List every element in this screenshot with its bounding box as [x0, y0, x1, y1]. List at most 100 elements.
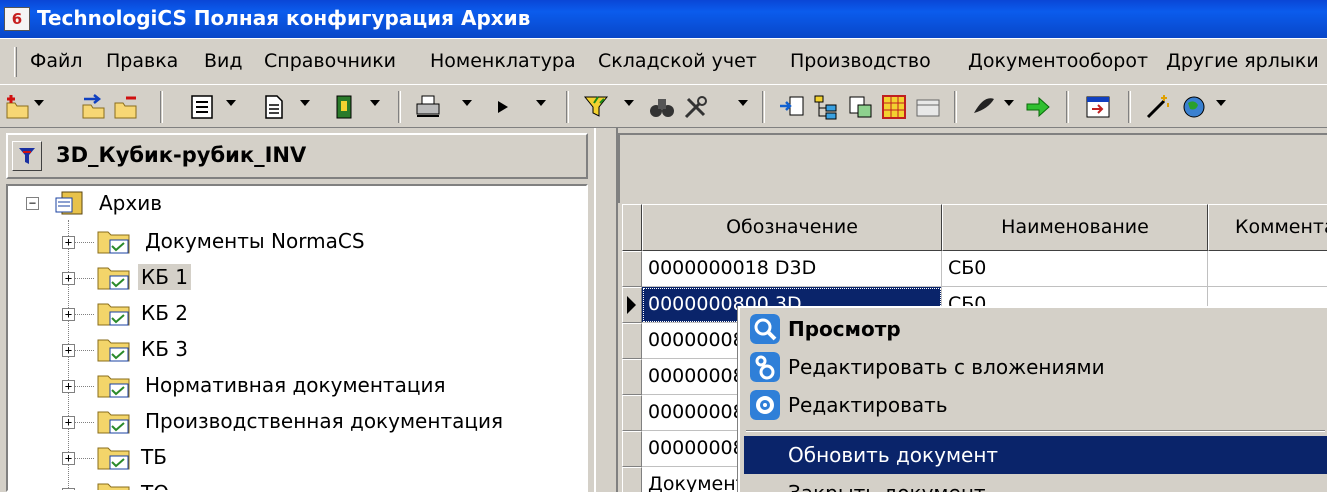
tree-label: КБ 2 — [141, 301, 189, 325]
app-icon: 6 — [4, 7, 30, 31]
move-icon[interactable] — [80, 93, 108, 121]
toolbar — [0, 84, 1327, 128]
tree-item-tb[interactable]: + ТБ — [8, 440, 586, 476]
print-icon[interactable] — [414, 93, 442, 121]
ctx-item-label: Закрыть документ — [788, 481, 986, 492]
tree-item-production-docs[interactable]: + Производственная документация — [8, 404, 586, 440]
expand-icon[interactable]: + — [62, 236, 75, 249]
expand-icon[interactable]: + — [62, 452, 75, 465]
tree-item-kb3[interactable]: + КБ 3 — [8, 332, 586, 368]
menu-file[interactable]: Файл — [30, 50, 83, 72]
link-icon[interactable] — [846, 93, 874, 121]
ctx-item-view[interactable]: Просмотр — [744, 310, 1327, 348]
archive-tree[interactable]: − Архив + Документы NormaCS + КБ 1 + КБ … — [6, 184, 588, 492]
cell-designation[interactable]: 0000000018 D3D — [642, 251, 942, 287]
menu-grip[interactable] — [14, 47, 17, 77]
ctx-item-update-document[interactable]: Обновить документ — [744, 436, 1327, 474]
ctx-item-label: Редактировать — [788, 393, 948, 417]
ctx-item-close-document[interactable]: Закрыть документ — [744, 474, 1327, 492]
ctx-item-edit-attachments[interactable]: Редактировать с вложениями — [744, 348, 1327, 386]
menu-other-shortcuts[interactable]: Другие ярлыки — [1166, 50, 1319, 72]
tree-connector — [74, 314, 94, 315]
dropdown-arrow-icon[interactable] — [1004, 100, 1014, 106]
dropdown-arrow-icon[interactable] — [34, 100, 44, 106]
dropdown-arrow-icon[interactable] — [462, 100, 472, 106]
menu-nomenclature[interactable]: Номенклатура — [430, 50, 576, 72]
globe-icon[interactable] — [1180, 93, 1208, 121]
menu-view[interactable]: Вид — [204, 50, 243, 72]
new-folder-icon[interactable] — [4, 93, 32, 121]
cell-comment[interactable] — [1208, 251, 1327, 287]
table-icon[interactable] — [880, 93, 908, 121]
expand-icon[interactable]: + — [62, 344, 75, 357]
wand-icon[interactable] — [1144, 93, 1172, 121]
import-icon[interactable] — [778, 93, 806, 121]
folder-icon — [97, 303, 130, 326]
dropdown-arrow-icon[interactable] — [370, 100, 380, 106]
menu-separator — [746, 430, 1325, 432]
cell-name[interactable]: СБ0 — [942, 251, 1208, 287]
ctx-item-label: Редактировать с вложениями — [788, 355, 1105, 379]
column-header-designation[interactable]: Обозначение — [642, 204, 942, 251]
menu-edit[interactable]: Правка — [106, 50, 178, 72]
row-indicator[interactable] — [622, 251, 642, 287]
row-indicator-current[interactable] — [622, 287, 642, 323]
row-indicator[interactable] — [622, 323, 642, 359]
window-icon[interactable] — [1084, 93, 1112, 121]
dropdown-arrow-icon[interactable] — [738, 100, 748, 106]
toolbar-separator — [1066, 91, 1069, 123]
expand-icon[interactable]: + — [62, 380, 75, 393]
panel-splitter[interactable] — [594, 128, 618, 492]
row-indicator[interactable] — [622, 431, 642, 467]
binoculars-icon[interactable] — [648, 93, 676, 121]
collapse-icon[interactable]: − — [26, 197, 39, 210]
ctx-item-edit[interactable]: Редактировать — [744, 386, 1327, 424]
hierarchy-icon[interactable] — [812, 93, 840, 121]
column-header-name[interactable]: Наименование — [942, 204, 1208, 251]
archive-icon[interactable] — [914, 93, 942, 121]
dropdown-arrow-icon[interactable] — [1216, 100, 1226, 106]
tools-icon[interactable] — [682, 93, 710, 121]
expand-icon[interactable]: + — [62, 416, 75, 429]
expand-icon[interactable]: + — [62, 308, 75, 321]
expand-icon[interactable]: + — [62, 272, 75, 285]
tree-item-to[interactable]: + ТО — [8, 476, 586, 490]
tree-label: КБ 3 — [141, 337, 189, 361]
toolbar-separator — [954, 91, 957, 123]
expand-icon[interactable]: + — [62, 488, 75, 490]
current-row-arrow-icon — [627, 296, 636, 314]
tree-root-archive[interactable]: − Архив — [8, 186, 586, 222]
dropdown-arrow-icon[interactable] — [624, 100, 634, 106]
menu-production[interactable]: Производство — [790, 50, 931, 72]
tree-connector — [74, 350, 94, 351]
row-indicator[interactable] — [622, 359, 642, 395]
menu-document-flow[interactable]: Документооборот — [968, 50, 1148, 72]
run-icon[interactable] — [490, 93, 518, 121]
magnifier-icon — [750, 314, 780, 344]
tree-item-kb2[interactable]: + КБ 2 — [8, 296, 586, 332]
menu-bar: Файл Правка Вид Справочники Номенклатура… — [0, 38, 1327, 84]
dropdown-arrow-icon[interactable] — [226, 100, 236, 106]
next-arrow-icon[interactable] — [1024, 93, 1052, 121]
tree-item-normative-docs[interactable]: + Нормативная документация — [8, 368, 586, 404]
script-icon[interactable] — [970, 93, 998, 121]
root-menu-button[interactable] — [12, 141, 42, 171]
tree-item-normacs[interactable]: + Документы NormaCS — [8, 224, 586, 260]
tree-item-kb1[interactable]: + КБ 1 — [8, 260, 586, 296]
filter-icon[interactable] — [582, 93, 610, 121]
row-indicator[interactable] — [622, 467, 642, 492]
document-icon[interactable] — [260, 93, 288, 121]
folder-icon — [97, 411, 130, 434]
row-indicator[interactable] — [622, 395, 642, 431]
menu-directories[interactable]: Справочники — [264, 50, 396, 72]
book-icon[interactable] — [330, 93, 358, 121]
column-header-comment[interactable]: Комментар — [1208, 204, 1327, 251]
delete-folder-icon[interactable] — [112, 93, 140, 121]
list-view-icon[interactable] — [188, 93, 216, 121]
tree-label: ТО — [138, 480, 172, 490]
toolbar-separator — [762, 91, 765, 123]
dropdown-arrow-icon[interactable] — [536, 100, 546, 106]
menu-warehouse[interactable]: Складской учет — [598, 50, 757, 72]
dropdown-arrow-icon[interactable] — [300, 100, 310, 106]
root-selector[interactable]: 3D_Кубик-рубик_INV — [6, 133, 588, 179]
